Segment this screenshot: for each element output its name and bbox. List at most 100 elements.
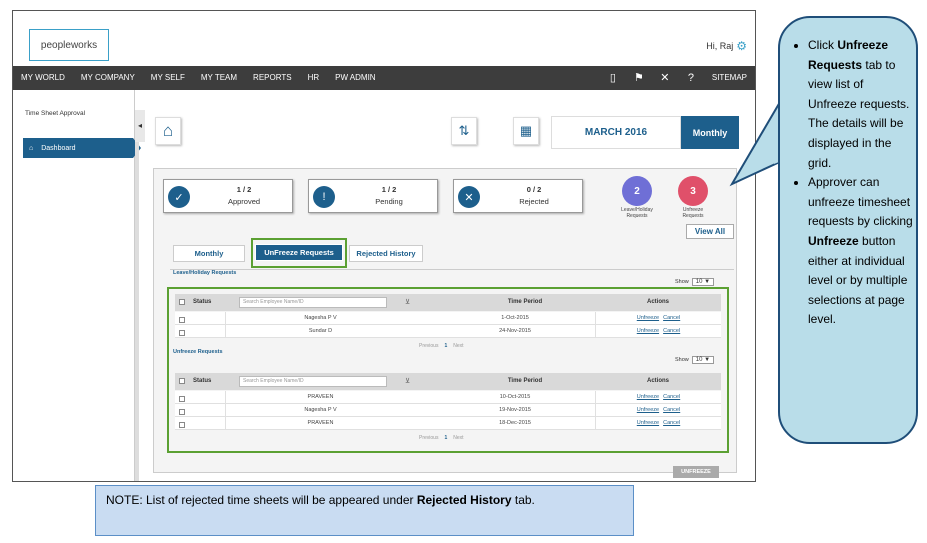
prev-link[interactable]: Previous bbox=[419, 343, 438, 349]
sidebar-title: Time Sheet Approval bbox=[25, 110, 86, 117]
tools-icon[interactable]: ✕ bbox=[652, 66, 678, 90]
b1-post: tab to view list of Unfreeze requests. T… bbox=[808, 57, 910, 170]
select-all-checkbox[interactable] bbox=[179, 299, 185, 305]
page-number[interactable]: 1 bbox=[444, 435, 447, 441]
cancel-link[interactable]: Cancel bbox=[663, 328, 680, 334]
time-period-header: Time Period bbox=[507, 378, 543, 384]
nav-sitemap[interactable]: SITEMAP bbox=[704, 66, 755, 90]
help-icon[interactable]: ? bbox=[678, 66, 704, 90]
book-icon[interactable]: ▯ bbox=[600, 66, 626, 90]
nav-pw-admin[interactable]: PW ADMIN bbox=[327, 66, 383, 90]
employee-name: PRAVEEN bbox=[225, 391, 415, 404]
unfreeze-requests-badge[interactable]: 3 bbox=[678, 176, 708, 206]
filter-icon[interactable]: ⊻ bbox=[405, 298, 410, 306]
row-actions: Unfreeze Cancel bbox=[595, 404, 721, 417]
rejected-count: 0 / 2 bbox=[526, 185, 542, 194]
home-button[interactable]: ⌂ bbox=[155, 117, 181, 145]
leave-label-line2: Requests bbox=[626, 213, 648, 219]
b1-pre: Click bbox=[808, 38, 838, 52]
sort-button[interactable]: ⇅ bbox=[451, 117, 477, 145]
row-checkbox[interactable] bbox=[179, 422, 185, 428]
unfreeze-button[interactable]: UNFREEZE bbox=[673, 466, 719, 478]
sidebar-item-label: Dashboard bbox=[41, 144, 76, 152]
tab-unfreeze-requests[interactable]: UnFreeze Requests bbox=[255, 244, 343, 261]
cancel-link[interactable]: Cancel bbox=[663, 420, 680, 426]
unfreeze-link[interactable]: Unfreeze bbox=[637, 315, 659, 321]
note-box: NOTE: List of rejected time sheets will … bbox=[95, 485, 634, 536]
approved-count: 1 / 2 bbox=[236, 185, 252, 194]
month-display: MARCH 2016 bbox=[551, 116, 681, 149]
prev-link[interactable]: Previous bbox=[419, 435, 438, 441]
time-period-header: Time Period bbox=[507, 299, 543, 305]
nav-my-self[interactable]: MY SELF bbox=[143, 66, 193, 90]
unfreeze-section-title: Unfreeze Requests bbox=[173, 349, 223, 355]
calendar-icon: ▦ bbox=[519, 123, 533, 138]
approved-label: Approved bbox=[227, 197, 261, 206]
sidebar-collapse-handle[interactable]: ◂ bbox=[135, 110, 145, 142]
row-checkbox[interactable] bbox=[179, 330, 185, 336]
callout-bullet-1: Click Unfreeze Requests tab to view list… bbox=[808, 36, 914, 173]
rejected-card[interactable]: ✕ 0 / 2 Rejected bbox=[453, 179, 583, 213]
row-checkbox[interactable] bbox=[179, 396, 185, 402]
home-icon: ⌂ bbox=[162, 121, 174, 140]
note-post: tab. bbox=[511, 493, 535, 507]
time-period: 19-Nov-2015 bbox=[499, 407, 531, 413]
tab-monthly[interactable]: Monthly bbox=[173, 245, 245, 262]
page-number[interactable]: 1 bbox=[444, 343, 447, 349]
nav-my-company[interactable]: MY COMPANY bbox=[73, 66, 143, 90]
time-period: 24-Nov-2015 bbox=[499, 328, 531, 334]
app-window: peopleworks Hi, Raj ⚙ MY WORLD MY COMPANY… bbox=[12, 10, 756, 482]
filter-icon[interactable]: ⊻ bbox=[405, 377, 410, 385]
leave-page-size[interactable]: Show 10 ▼ bbox=[675, 278, 715, 286]
unfreeze-link[interactable]: Unfreeze bbox=[637, 394, 659, 400]
nav-reports[interactable]: REPORTS bbox=[245, 66, 300, 90]
cancel-link[interactable]: Cancel bbox=[663, 394, 680, 400]
unfreeze-label-line2: Requests bbox=[682, 213, 704, 219]
time-period: 18-Dec-2015 bbox=[499, 420, 531, 426]
search-input[interactable]: Search Employee Name/ID bbox=[239, 297, 387, 308]
time-period: 10-Oct-2015 bbox=[499, 394, 531, 400]
peopleworks-logo[interactable]: peopleworks bbox=[29, 29, 109, 61]
user-greeting: Hi, Raj ⚙ bbox=[706, 39, 747, 53]
calendar-button[interactable]: ▦ bbox=[513, 117, 539, 145]
sidebar-item-dashboard[interactable]: ⌂ Dashboard bbox=[23, 138, 141, 158]
unfreeze-link[interactable]: Unfreeze bbox=[637, 420, 659, 426]
unfreeze-page-size[interactable]: Show 10 ▼ bbox=[675, 356, 715, 364]
status-header: Status bbox=[193, 378, 212, 384]
page-size-select[interactable]: 10 ▼ bbox=[691, 356, 715, 364]
tab-rejected-history[interactable]: Rejected History bbox=[349, 245, 423, 262]
employee-name: Nagesha P V bbox=[225, 404, 415, 417]
actions-header: Actions bbox=[646, 378, 669, 384]
page-size-value: 10 bbox=[695, 357, 703, 363]
nav-my-team[interactable]: MY TEAM bbox=[193, 66, 245, 90]
unfreeze-link[interactable]: Unfreeze bbox=[637, 328, 659, 334]
next-link[interactable]: Next bbox=[453, 343, 463, 349]
row-checkbox[interactable] bbox=[179, 317, 185, 323]
rejected-label: Rejected bbox=[519, 197, 549, 206]
tab-divider bbox=[170, 269, 734, 270]
row-checkbox[interactable] bbox=[179, 409, 185, 415]
page-size-select[interactable]: 10 ▼ bbox=[691, 278, 715, 286]
leave-requests-badge[interactable]: 2 bbox=[622, 176, 652, 206]
employee-name: Nagesha P V bbox=[225, 312, 415, 325]
greeting-text: Hi, Raj bbox=[706, 41, 734, 51]
pending-card[interactable]: ! 1 / 2 Pending bbox=[308, 179, 438, 213]
nav-my-world[interactable]: MY WORLD bbox=[13, 66, 73, 90]
scrollbar[interactable] bbox=[135, 142, 139, 481]
callout-text: Click Unfreeze Requests tab to view list… bbox=[790, 36, 914, 330]
grids-highlight: Status Search Employee Name/ID ⊻ Time Pe… bbox=[167, 287, 729, 453]
gear-icon[interactable]: ⚙ bbox=[736, 39, 747, 53]
flag-icon[interactable]: ⚑ bbox=[626, 66, 652, 90]
view-all-button[interactable]: View All bbox=[686, 224, 734, 239]
row-actions: Unfreeze Cancel bbox=[595, 312, 721, 325]
unfreeze-link[interactable]: Unfreeze bbox=[637, 407, 659, 413]
select-all-checkbox[interactable] bbox=[179, 378, 185, 384]
approved-card[interactable]: ✓ 1 / 2 Approved bbox=[163, 179, 293, 213]
next-link[interactable]: Next bbox=[453, 435, 463, 441]
nav-hr[interactable]: HR bbox=[300, 66, 328, 90]
cancel-link[interactable]: Cancel bbox=[663, 407, 680, 413]
row-actions: Unfreeze Cancel bbox=[595, 325, 721, 338]
cancel-link[interactable]: Cancel bbox=[663, 315, 680, 321]
search-input[interactable]: Search Employee Name/ID bbox=[239, 376, 387, 387]
row-actions: Unfreeze Cancel bbox=[595, 417, 721, 430]
